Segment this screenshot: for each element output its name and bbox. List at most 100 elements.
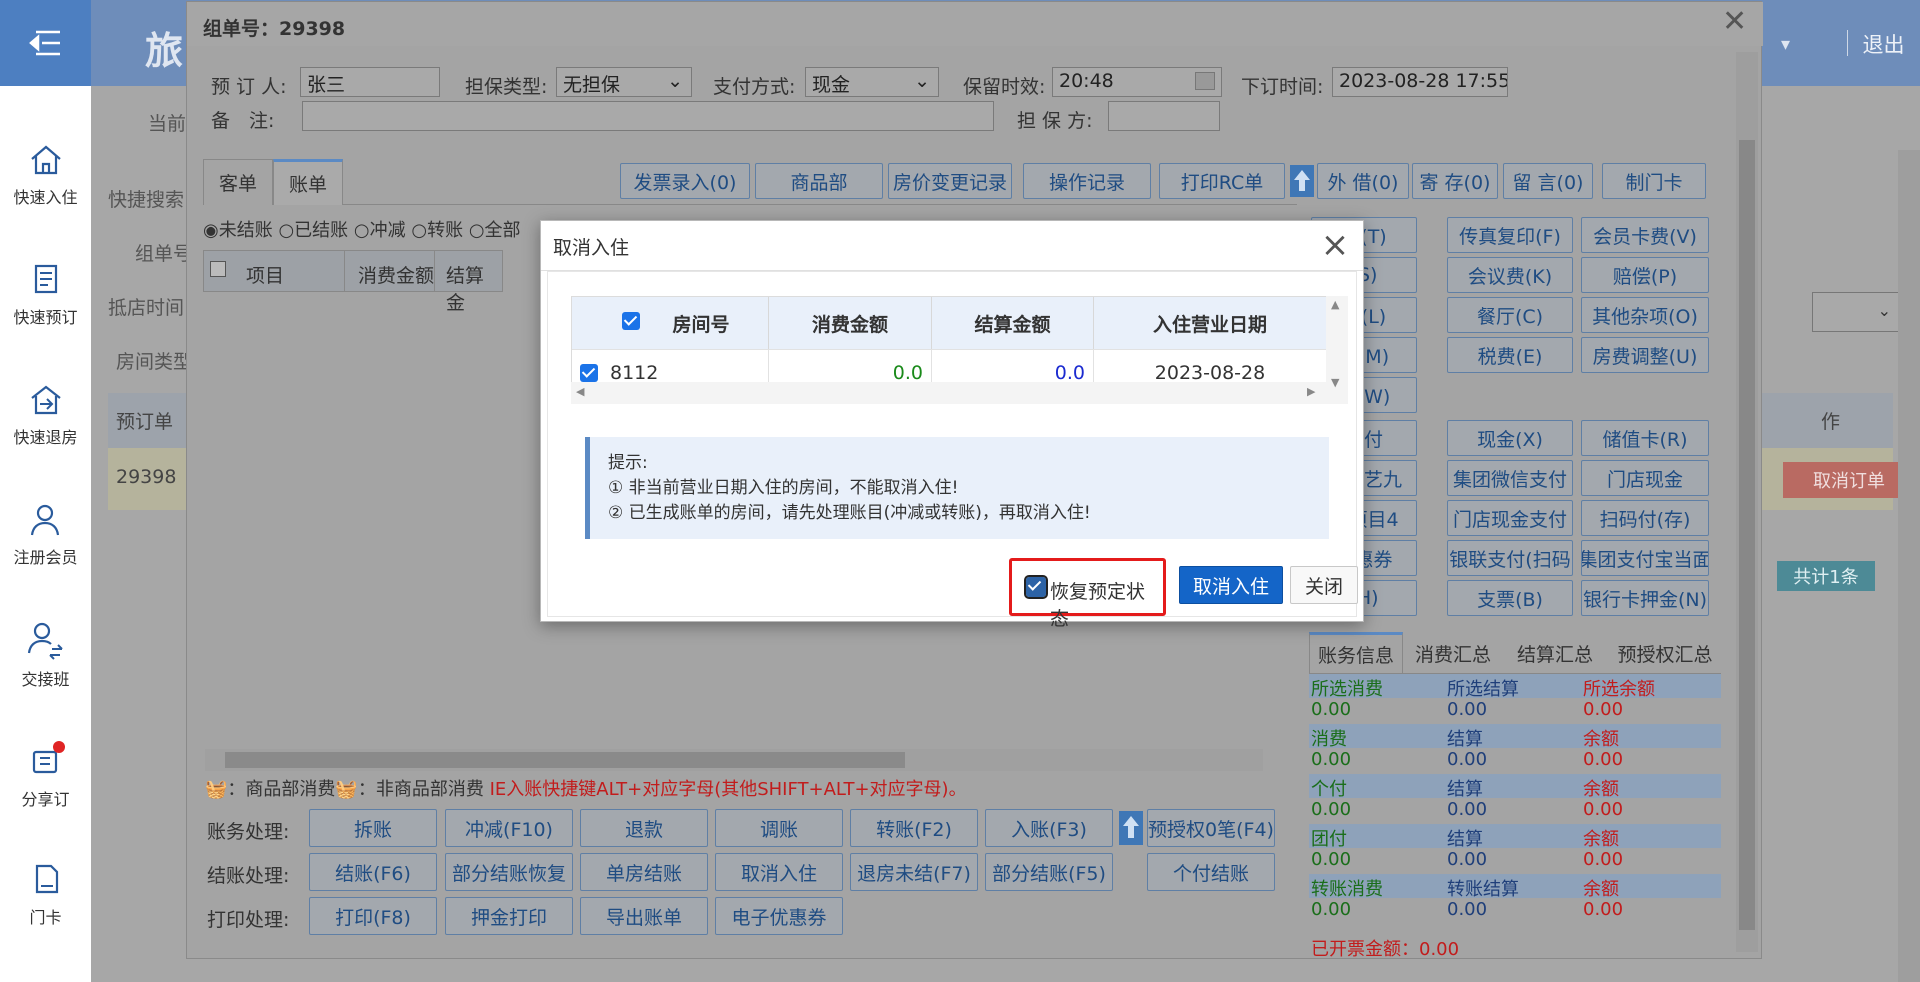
action-button[interactable]: 转账(F2) bbox=[850, 809, 978, 847]
operation-log-button[interactable]: 操作记录 bbox=[1023, 163, 1151, 199]
charge-button[interactable]: 集团微信支付 bbox=[1447, 460, 1573, 496]
calendar-icon[interactable] bbox=[1195, 72, 1215, 90]
radio-unsettled[interactable]: ◉未结账 bbox=[203, 220, 273, 241]
cancel-order-button[interactable]: 取消订单 bbox=[1783, 462, 1915, 498]
action-button[interactable]: 电子优惠券 bbox=[715, 897, 843, 935]
action-button[interactable]: 取消入住 bbox=[715, 853, 843, 891]
action-button[interactable]: 个付结账 bbox=[1147, 853, 1275, 891]
make-card-button[interactable]: 制门卡 bbox=[1602, 163, 1706, 199]
action-button[interactable]: 导出账单 bbox=[580, 897, 708, 935]
tab-consume-summary[interactable]: 消费汇总 bbox=[1403, 632, 1503, 674]
charge-button[interactable]: 赔偿(P) bbox=[1581, 257, 1709, 293]
table-horizontal-scrollbar[interactable]: ◀ ▶ bbox=[571, 382, 1327, 404]
select-all-checkbox[interactable] bbox=[210, 261, 226, 277]
radio-all[interactable]: ○全部 bbox=[469, 220, 521, 241]
payment-select[interactable]: 现金 ⌄ bbox=[805, 67, 939, 97]
radio-transfer[interactable]: ○转账 bbox=[411, 220, 463, 241]
lend-button[interactable]: 外 借(0) bbox=[1317, 163, 1409, 199]
restore-booking-checkbox[interactable] bbox=[1024, 575, 1048, 599]
rate-change-log-button[interactable]: 房价变更记录 bbox=[888, 163, 1012, 199]
scroll-down-icon[interactable]: ▼ bbox=[1331, 376, 1339, 389]
action-button[interactable]: 押金打印 bbox=[445, 897, 573, 935]
charge-button[interactable]: 会议费(K) bbox=[1447, 257, 1573, 293]
sidebar-item-quick-checkout[interactable]: 快速退房 bbox=[0, 360, 91, 470]
hold-time-input[interactable]: 20:48 bbox=[1052, 67, 1222, 97]
confirm-cancel-checkin-button[interactable]: 取消入住 bbox=[1179, 566, 1283, 604]
grid-horizontal-scrollbar[interactable] bbox=[205, 749, 1263, 771]
sidebar-item-share-booking[interactable]: 分享订 bbox=[0, 720, 91, 830]
action-button[interactable]: 退房未结(F7) bbox=[850, 853, 978, 891]
action-button[interactable]: 部分结账(F5) bbox=[985, 853, 1113, 891]
page-vertical-scrollbar[interactable] bbox=[1898, 150, 1920, 982]
sidebar-item-door-card[interactable]: 门卡 bbox=[0, 840, 91, 950]
goods-dept-button[interactable]: 商品部 bbox=[755, 163, 883, 199]
charge-button[interactable]: 其他杂项(O) bbox=[1581, 297, 1709, 333]
charge-button[interactable]: 会员卡费(V) bbox=[1581, 217, 1709, 253]
charge-button[interactable]: 扫码付(存) bbox=[1581, 500, 1709, 536]
table-vertical-scrollbar[interactable]: ▲ ▼ bbox=[1326, 296, 1348, 404]
sidebar-item-quick-checkin[interactable]: 快速入住 bbox=[0, 120, 91, 230]
action-button[interactable]: 预授权0笔(F4) bbox=[1147, 809, 1275, 847]
sidebar-item-register-member[interactable]: 注册会员 bbox=[0, 480, 91, 590]
tab-account-info[interactable]: 账务信息 bbox=[1309, 632, 1403, 674]
deposit-button[interactable]: 寄 存(0) bbox=[1412, 163, 1498, 199]
charge-button[interactable]: 储值卡(R) bbox=[1581, 420, 1709, 456]
room-row-checkbox[interactable] bbox=[580, 363, 598, 382]
logout-button[interactable]: 退出 bbox=[1847, 29, 1920, 59]
window-close-icon[interactable]: ✕ bbox=[1722, 4, 1747, 39]
charge-button[interactable]: 银行卡押金(N) bbox=[1581, 580, 1709, 616]
col-room-number: 房间号 bbox=[672, 313, 730, 336]
arrow-up-icon[interactable] bbox=[1119, 811, 1143, 845]
tab-preauth-summary[interactable]: 预授权汇总 bbox=[1609, 632, 1721, 674]
charge-button[interactable]: 税费(E) bbox=[1447, 337, 1573, 373]
print-rc-button[interactable]: 打印RC单 bbox=[1159, 163, 1285, 199]
menu-toggle-button[interactable] bbox=[0, 0, 91, 86]
chevron-down-icon[interactable]: ▾ bbox=[1781, 34, 1790, 55]
guarantee-type-select[interactable]: 无担保 ⌄ bbox=[556, 67, 692, 97]
radio-offset[interactable]: ○冲减 bbox=[354, 220, 406, 241]
action-button[interactable]: 退款 bbox=[580, 809, 708, 847]
action-button[interactable]: 入账(F3) bbox=[985, 809, 1113, 847]
charge-button[interactable]: 支票(B) bbox=[1447, 580, 1573, 616]
tab-settle-summary[interactable]: 结算汇总 bbox=[1505, 632, 1605, 674]
restore-booking-label[interactable]: 恢复预定状态 bbox=[1050, 577, 1163, 631]
action-button[interactable]: 冲减(F10) bbox=[445, 809, 573, 847]
message-button[interactable]: 留 言(0) bbox=[1503, 163, 1593, 199]
bg-select[interactable]: ⌄ bbox=[1812, 292, 1900, 332]
tab-bill[interactable]: 账单 bbox=[273, 159, 343, 205]
scroll-right-icon[interactable]: ▶ bbox=[1307, 385, 1315, 398]
charge-button[interactable]: 银联支付(扫码 bbox=[1447, 540, 1573, 576]
scrollbar-thumb[interactable] bbox=[225, 752, 905, 768]
invoice-entry-button[interactable]: 发票录入(0) bbox=[620, 163, 750, 199]
sidebar-item-quick-booking[interactable]: 快速预订 bbox=[0, 240, 91, 350]
charge-button[interactable]: 房费调整(U) bbox=[1581, 337, 1709, 373]
charge-button[interactable]: 现金(X) bbox=[1447, 420, 1573, 456]
dialog-close-button[interactable]: 关闭 bbox=[1290, 566, 1358, 604]
order-time-input[interactable]: 2023-08-28 17:55:3 bbox=[1332, 67, 1508, 97]
action-button[interactable]: 单房结账 bbox=[580, 853, 708, 891]
charge-button[interactable]: 集团支付宝当面 bbox=[1581, 540, 1709, 576]
dialog-close-icon[interactable]: × bbox=[1315, 225, 1355, 265]
action-button[interactable]: 结账(F6) bbox=[309, 853, 437, 891]
select-all-rooms-checkbox[interactable] bbox=[622, 312, 640, 330]
guarantor-input[interactable] bbox=[1108, 101, 1220, 131]
charge-button[interactable]: 传真复印(F) bbox=[1447, 217, 1573, 253]
action-button[interactable]: 部分结账恢复 bbox=[445, 853, 573, 891]
remark-input[interactable] bbox=[302, 101, 994, 131]
charge-button[interactable]: 餐厅(C) bbox=[1447, 297, 1573, 333]
arrow-up-icon[interactable] bbox=[1290, 165, 1314, 197]
booker-input[interactable]: 张三 bbox=[300, 67, 440, 97]
scrollbar-thumb[interactable] bbox=[1739, 140, 1755, 930]
scroll-up-icon[interactable]: ▲ bbox=[1331, 298, 1339, 311]
charge-button[interactable]: 门店现金支付 bbox=[1447, 500, 1573, 536]
scroll-left-icon[interactable]: ◀ bbox=[576, 385, 584, 398]
radio-settled[interactable]: ○已结账 bbox=[278, 220, 348, 241]
action-button[interactable]: 打印(F8) bbox=[309, 897, 437, 935]
tab-guest-order[interactable]: 客单 bbox=[203, 159, 273, 205]
action-button[interactable]: 调账 bbox=[715, 809, 843, 847]
sidebar-item-shift-handover[interactable]: 交接班 bbox=[0, 600, 91, 710]
action-button[interactable]: 拆账 bbox=[309, 809, 437, 847]
charge-button[interactable]: 门店现金 bbox=[1581, 460, 1709, 496]
summary-value: 0.00 bbox=[1311, 849, 1352, 870]
window-vertical-scrollbar[interactable] bbox=[1736, 52, 1758, 952]
